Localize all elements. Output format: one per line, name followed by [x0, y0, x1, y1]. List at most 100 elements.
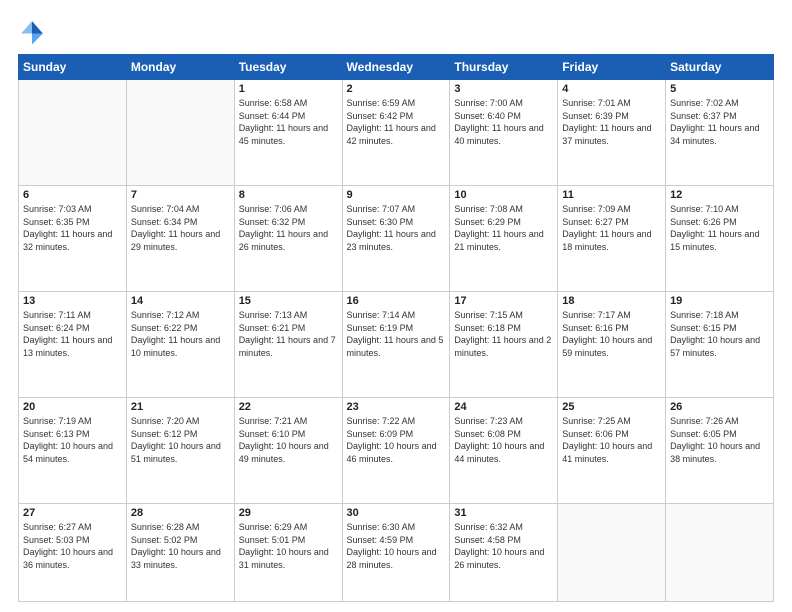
- day-info: Sunrise: 7:15 AM Sunset: 6:18 PM Dayligh…: [454, 309, 553, 359]
- weekday-header-monday: Monday: [126, 55, 234, 80]
- calendar-cell: 10 Sunrise: 7:08 AM Sunset: 6:29 PM Dayli…: [450, 186, 558, 292]
- weekday-header-thursday: Thursday: [450, 55, 558, 80]
- day-info: Sunrise: 7:11 AM Sunset: 6:24 PM Dayligh…: [23, 309, 122, 359]
- weekday-header-sunday: Sunday: [19, 55, 127, 80]
- weekday-header-saturday: Saturday: [666, 55, 774, 80]
- day-info: Sunrise: 7:02 AM Sunset: 6:37 PM Dayligh…: [670, 97, 769, 147]
- calendar-cell: 16 Sunrise: 7:14 AM Sunset: 6:19 PM Dayli…: [342, 292, 450, 398]
- day-info: Sunrise: 6:32 AM Sunset: 4:58 PM Dayligh…: [454, 521, 553, 571]
- day-info: Sunrise: 7:07 AM Sunset: 6:30 PM Dayligh…: [347, 203, 446, 253]
- day-number: 9: [347, 189, 446, 201]
- day-number: 7: [131, 189, 230, 201]
- calendar-cell: 6 Sunrise: 7:03 AM Sunset: 6:35 PM Daylig…: [19, 186, 127, 292]
- calendar-cell: 25 Sunrise: 7:25 AM Sunset: 6:06 PM Dayli…: [558, 398, 666, 504]
- day-info: Sunrise: 7:14 AM Sunset: 6:19 PM Dayligh…: [347, 309, 446, 359]
- day-info: Sunrise: 6:58 AM Sunset: 6:44 PM Dayligh…: [239, 97, 338, 147]
- calendar-week-2: 6 Sunrise: 7:03 AM Sunset: 6:35 PM Daylig…: [19, 186, 774, 292]
- calendar-cell: 11Sunrise: 7:09 AM Sunset: 6:27 PM Dayli…: [558, 186, 666, 292]
- calendar-cell: 29Sunrise: 6:29 AM Sunset: 5:01 PM Dayli…: [234, 504, 342, 602]
- day-number: 6: [23, 189, 122, 201]
- day-number: 3: [454, 83, 553, 95]
- calendar-cell: 2Sunrise: 6:59 AM Sunset: 6:42 PM Daylig…: [342, 80, 450, 186]
- calendar-cell: [126, 80, 234, 186]
- day-info: Sunrise: 7:25 AM Sunset: 6:06 PM Dayligh…: [562, 415, 661, 465]
- calendar-week-1: 1 Sunrise: 6:58 AM Sunset: 6:44 PM Daylig…: [19, 80, 774, 186]
- calendar-cell: [666, 504, 774, 602]
- page: SundayMondayTuesdayWednesdayThursdayFrid…: [0, 0, 792, 612]
- day-number: 19: [670, 295, 769, 307]
- day-number: 12: [670, 189, 769, 201]
- calendar-cell: 31 Sunrise: 6:32 AM Sunset: 4:58 PM Dayli…: [450, 504, 558, 602]
- calendar-table: SundayMondayTuesdayWednesdayThursdayFrid…: [18, 54, 774, 602]
- day-number: 16: [347, 295, 446, 307]
- day-info: Sunrise: 6:28 AM Sunset: 5:02 PM Dayligh…: [131, 521, 230, 571]
- day-number: 1: [239, 83, 338, 95]
- day-number: 20: [23, 401, 122, 413]
- day-info: Sunrise: 7:12 AM Sunset: 6:22 PM Dayligh…: [131, 309, 230, 359]
- calendar-cell: 13 Sunrise: 7:11 AM Sunset: 6:24 PM Dayli…: [19, 292, 127, 398]
- day-info: Sunrise: 7:04 AM Sunset: 6:34 PM Dayligh…: [131, 203, 230, 253]
- calendar-cell: 14Sunrise: 7:12 AM Sunset: 6:22 PM Dayli…: [126, 292, 234, 398]
- logo-icon: [18, 18, 46, 46]
- day-number: 18: [562, 295, 661, 307]
- calendar-cell: 26 Sunrise: 7:26 AM Sunset: 6:05 PM Dayli…: [666, 398, 774, 504]
- day-info: Sunrise: 7:10 AM Sunset: 6:26 PM Dayligh…: [670, 203, 769, 253]
- calendar-week-5: 27 Sunrise: 6:27 AM Sunset: 5:03 PM Dayli…: [19, 504, 774, 602]
- day-info: Sunrise: 7:23 AM Sunset: 6:08 PM Dayligh…: [454, 415, 553, 465]
- day-info: Sunrise: 7:08 AM Sunset: 6:29 PM Dayligh…: [454, 203, 553, 253]
- calendar-cell: [19, 80, 127, 186]
- day-number: 13: [23, 295, 122, 307]
- day-number: 30: [347, 507, 446, 519]
- day-number: 27: [23, 507, 122, 519]
- day-number: 11: [562, 189, 661, 201]
- day-number: 15: [239, 295, 338, 307]
- weekday-header-wednesday: Wednesday: [342, 55, 450, 80]
- calendar-cell: 1 Sunrise: 6:58 AM Sunset: 6:44 PM Daylig…: [234, 80, 342, 186]
- day-number: 4: [562, 83, 661, 95]
- calendar-cell: 27 Sunrise: 6:27 AM Sunset: 5:03 PM Dayli…: [19, 504, 127, 602]
- day-number: 26: [670, 401, 769, 413]
- day-number: 10: [454, 189, 553, 201]
- calendar-cell: 28 Sunrise: 6:28 AM Sunset: 5:02 PM Dayli…: [126, 504, 234, 602]
- day-info: Sunrise: 7:21 AM Sunset: 6:10 PM Dayligh…: [239, 415, 338, 465]
- day-info: Sunrise: 7:26 AM Sunset: 6:05 PM Dayligh…: [670, 415, 769, 465]
- day-number: 31: [454, 507, 553, 519]
- day-number: 17: [454, 295, 553, 307]
- calendar-cell: 22 Sunrise: 7:21 AM Sunset: 6:10 PM Dayli…: [234, 398, 342, 504]
- day-number: 25: [562, 401, 661, 413]
- calendar-cell: 19 Sunrise: 7:18 AM Sunset: 6:15 PM Dayli…: [666, 292, 774, 398]
- calendar-cell: 8Sunrise: 7:06 AM Sunset: 6:32 PM Daylig…: [234, 186, 342, 292]
- calendar-cell: 9 Sunrise: 7:07 AM Sunset: 6:30 PM Daylig…: [342, 186, 450, 292]
- day-number: 23: [347, 401, 446, 413]
- calendar-cell: 3 Sunrise: 7:00 AM Sunset: 6:40 PM Daylig…: [450, 80, 558, 186]
- day-info: Sunrise: 7:06 AM Sunset: 6:32 PM Dayligh…: [239, 203, 338, 253]
- calendar-cell: 23 Sunrise: 7:22 AM Sunset: 6:09 PM Dayli…: [342, 398, 450, 504]
- day-info: Sunrise: 7:18 AM Sunset: 6:15 PM Dayligh…: [670, 309, 769, 359]
- day-number: 28: [131, 507, 230, 519]
- day-info: Sunrise: 7:00 AM Sunset: 6:40 PM Dayligh…: [454, 97, 553, 147]
- calendar-week-4: 20 Sunrise: 7:19 AM Sunset: 6:13 PM Dayli…: [19, 398, 774, 504]
- day-info: Sunrise: 7:03 AM Sunset: 6:35 PM Dayligh…: [23, 203, 122, 253]
- calendar-cell: 18 Sunrise: 7:17 AM Sunset: 6:16 PM Dayli…: [558, 292, 666, 398]
- calendar-cell: 4Sunrise: 7:01 AM Sunset: 6:39 PM Daylig…: [558, 80, 666, 186]
- calendar-cell: 21Sunrise: 7:20 AM Sunset: 6:12 PM Dayli…: [126, 398, 234, 504]
- weekday-header-friday: Friday: [558, 55, 666, 80]
- header: [18, 18, 774, 46]
- day-info: Sunrise: 7:22 AM Sunset: 6:09 PM Dayligh…: [347, 415, 446, 465]
- day-info: Sunrise: 7:19 AM Sunset: 6:13 PM Dayligh…: [23, 415, 122, 465]
- day-number: 5: [670, 83, 769, 95]
- day-info: Sunrise: 6:30 AM Sunset: 4:59 PM Dayligh…: [347, 521, 446, 571]
- day-number: 24: [454, 401, 553, 413]
- calendar-cell: 7 Sunrise: 7:04 AM Sunset: 6:34 PM Daylig…: [126, 186, 234, 292]
- day-info: Sunrise: 6:27 AM Sunset: 5:03 PM Dayligh…: [23, 521, 122, 571]
- day-info: Sunrise: 6:59 AM Sunset: 6:42 PM Dayligh…: [347, 97, 446, 147]
- weekday-header-row: SundayMondayTuesdayWednesdayThursdayFrid…: [19, 55, 774, 80]
- calendar-cell: 20 Sunrise: 7:19 AM Sunset: 6:13 PM Dayli…: [19, 398, 127, 504]
- calendar-cell: 12 Sunrise: 7:10 AM Sunset: 6:26 PM Dayli…: [666, 186, 774, 292]
- day-number: 22: [239, 401, 338, 413]
- day-info: Sunrise: 6:29 AM Sunset: 5:01 PM Dayligh…: [239, 521, 338, 571]
- day-info: Sunrise: 7:17 AM Sunset: 6:16 PM Dayligh…: [562, 309, 661, 359]
- logo: [18, 18, 50, 46]
- calendar-week-3: 13 Sunrise: 7:11 AM Sunset: 6:24 PM Dayli…: [19, 292, 774, 398]
- calendar-cell: 5 Sunrise: 7:02 AM Sunset: 6:37 PM Daylig…: [666, 80, 774, 186]
